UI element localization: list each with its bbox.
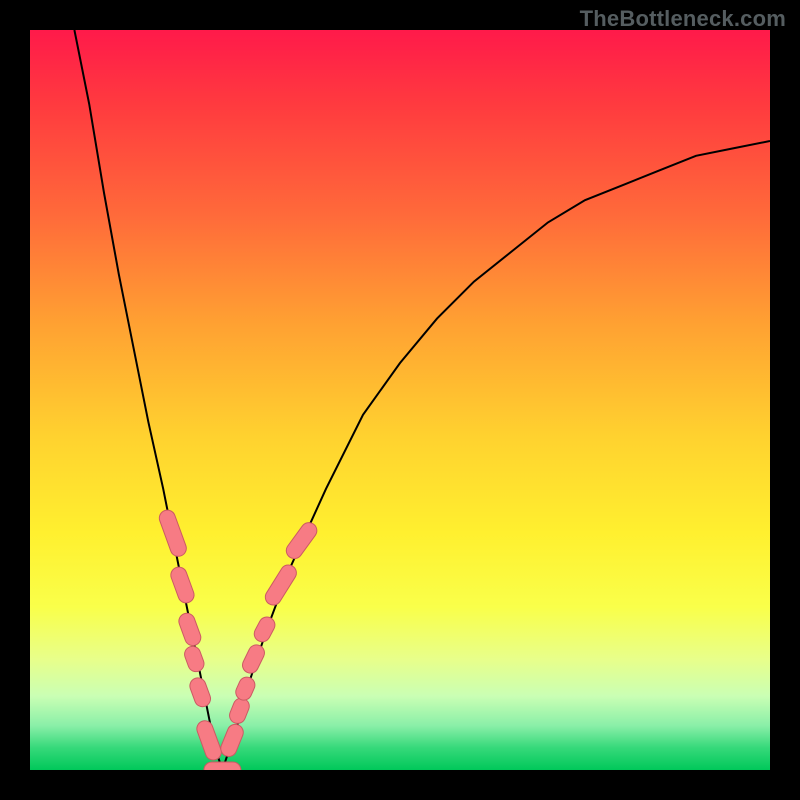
marker-capsule (188, 676, 213, 709)
marker-capsule (157, 508, 188, 559)
watermark-label: TheBottleneck.com (580, 6, 786, 32)
marker-capsule (182, 644, 206, 674)
marker-capsule (177, 611, 203, 648)
marker-capsule (227, 696, 252, 726)
marker-capsule (251, 614, 277, 644)
plot-area (30, 30, 770, 770)
marker-capsule (195, 719, 224, 763)
marker-capsule (218, 722, 245, 759)
marker-capsule (240, 642, 267, 676)
marker-capsule (283, 519, 320, 561)
marker-capsule (262, 562, 299, 608)
chart-svg (30, 30, 770, 770)
marker-capsule (233, 675, 257, 703)
marker-capsule (204, 762, 241, 770)
curve-right-curve (222, 141, 770, 770)
marker-capsule (169, 565, 197, 605)
